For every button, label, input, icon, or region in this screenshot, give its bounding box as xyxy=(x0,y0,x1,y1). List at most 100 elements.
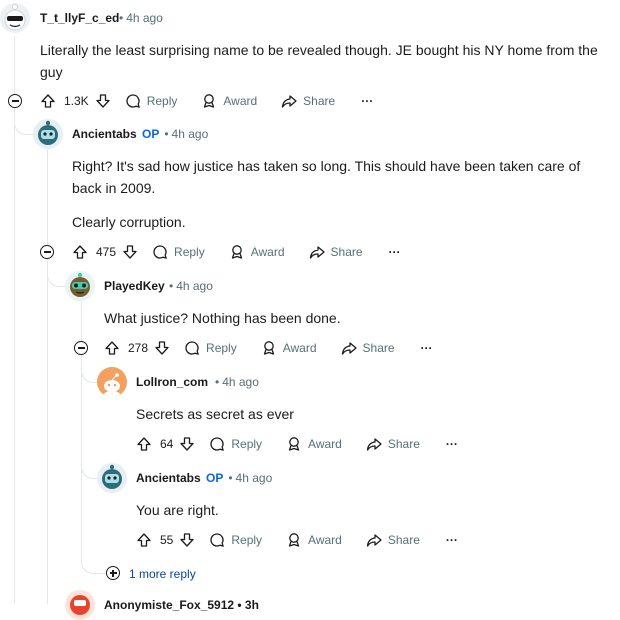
comment-bubble-icon xyxy=(153,245,167,259)
more-options-button[interactable]: ··· xyxy=(389,240,401,264)
share-button[interactable]: Share xyxy=(366,432,420,456)
downvote-button[interactable] xyxy=(122,240,138,264)
award-button[interactable]: Award xyxy=(286,432,342,456)
action-bar: 475 Reply Award Share ··· xyxy=(72,240,401,264)
more-options-button[interactable]: ··· xyxy=(361,89,373,113)
separator-dot: • xyxy=(169,279,174,293)
comment-meta: • 4h ago xyxy=(212,375,259,389)
expand-replies-icon[interactable] xyxy=(106,566,120,580)
share-button[interactable]: Share xyxy=(341,336,395,360)
username[interactable]: T_t_llyF_c_ed xyxy=(40,11,119,25)
downvote-arrow-icon xyxy=(123,245,137,259)
reply-button[interactable]: Reply xyxy=(209,528,262,552)
reply-label: Reply xyxy=(174,245,205,259)
downvote-arrow-icon xyxy=(180,437,195,451)
award-label: Award xyxy=(282,341,317,355)
downvote-arrow-icon xyxy=(180,533,195,547)
timestamp[interactable]: 4h ago xyxy=(236,471,273,485)
username[interactable]: Ancientabs xyxy=(72,127,137,141)
award-icon xyxy=(231,245,242,259)
comment-text: Literally the least surprising name to b… xyxy=(40,42,598,80)
share-arrow-icon xyxy=(282,95,297,108)
upvote-button[interactable] xyxy=(72,240,88,264)
avatar[interactable] xyxy=(0,3,30,33)
snoo-robot-avatar-icon xyxy=(38,120,58,145)
share-arrow-icon xyxy=(341,342,357,355)
share-label: Share xyxy=(387,533,420,547)
comment-bubble-icon xyxy=(185,341,199,355)
reply-button[interactable]: Reply xyxy=(152,240,205,264)
comment-meta: • 4h ago xyxy=(116,11,163,25)
upvote-button[interactable] xyxy=(104,336,120,360)
comment-bubble-icon xyxy=(210,533,225,547)
reply-label: Reply xyxy=(206,341,237,355)
award-button[interactable]: Award xyxy=(229,240,285,264)
share-arrow-icon xyxy=(366,438,382,451)
award-icon xyxy=(263,341,274,355)
vote-count: 55 xyxy=(160,533,174,547)
downvote-button[interactable] xyxy=(95,89,111,113)
upvote-arrow-icon xyxy=(137,437,151,451)
avatar[interactable] xyxy=(33,119,63,149)
award-icon xyxy=(204,94,215,108)
upvote-button[interactable] xyxy=(136,432,152,456)
vote-count: 1.3K xyxy=(64,94,89,108)
snoo-red-avatar-icon xyxy=(70,595,90,615)
award-button[interactable]: Award xyxy=(201,89,257,113)
comment-bubble-icon xyxy=(126,94,140,108)
more-options-button[interactable]: ··· xyxy=(446,432,458,456)
avatar[interactable] xyxy=(65,590,95,620)
award-label: Award xyxy=(250,245,285,259)
reply-button[interactable]: Reply xyxy=(209,432,262,456)
snoo-robot-avatar-icon xyxy=(102,464,122,489)
vote-count: 64 xyxy=(160,437,174,451)
timestamp[interactable]: 4h ago xyxy=(176,279,213,293)
share-button[interactable]: Share xyxy=(281,89,335,113)
share-label: Share xyxy=(362,341,395,355)
share-button[interactable]: Share xyxy=(309,240,363,264)
more-options-button[interactable]: ··· xyxy=(421,336,433,360)
thread-line xyxy=(47,150,48,604)
username[interactable]: Ancientabs xyxy=(136,471,201,485)
snoo-goggles-avatar-icon xyxy=(70,272,90,297)
upvote-arrow-icon xyxy=(41,94,55,108)
username[interactable]: PlayedKey xyxy=(104,279,165,293)
share-arrow-icon xyxy=(309,246,325,259)
collapse-thread-button[interactable] xyxy=(40,245,54,259)
award-icon xyxy=(288,437,300,451)
share-label: Share xyxy=(330,245,363,259)
timestamp[interactable]: 4h ago xyxy=(126,11,163,25)
award-button[interactable]: Award xyxy=(286,528,342,552)
award-label: Award xyxy=(308,437,342,451)
avatar[interactable] xyxy=(97,463,127,493)
timestamp[interactable]: 4h ago xyxy=(222,375,259,389)
timestamp[interactable]: 4h ago xyxy=(172,127,209,141)
avatar[interactable] xyxy=(65,271,95,301)
more-options-button[interactable]: ··· xyxy=(446,528,458,552)
more-replies-link[interactable]: 1 more reply xyxy=(129,567,196,581)
downvote-button[interactable] xyxy=(179,528,195,552)
downvote-button[interactable] xyxy=(154,336,170,360)
downvote-button[interactable] xyxy=(179,432,195,456)
avatar[interactable] xyxy=(97,367,127,397)
reply-button[interactable]: Reply xyxy=(125,89,177,113)
downvote-arrow-icon xyxy=(96,94,110,108)
comment-text: What justice? Nothing has been done. xyxy=(104,310,341,326)
next-comment-header: Anonymiste_Fox_5912 • 3h xyxy=(104,598,259,612)
separator-dot: • xyxy=(228,471,233,485)
comment-bubble-icon xyxy=(210,437,225,451)
username[interactable]: LolIron_com xyxy=(136,375,208,389)
award-label: Award xyxy=(223,94,258,108)
upvote-button[interactable] xyxy=(40,89,56,113)
reply-label: Reply xyxy=(231,437,263,451)
collapse-thread-button[interactable] xyxy=(74,341,88,355)
reply-button[interactable]: Reply xyxy=(184,336,237,360)
award-button[interactable]: Award xyxy=(261,336,317,360)
separator-dot: • xyxy=(164,127,169,141)
collapse-thread-button[interactable] xyxy=(8,94,22,108)
separator-dot: • xyxy=(215,375,220,389)
upvote-button[interactable] xyxy=(136,528,152,552)
share-button[interactable]: Share xyxy=(366,528,420,552)
award-icon xyxy=(288,533,300,547)
share-label: Share xyxy=(303,94,336,108)
